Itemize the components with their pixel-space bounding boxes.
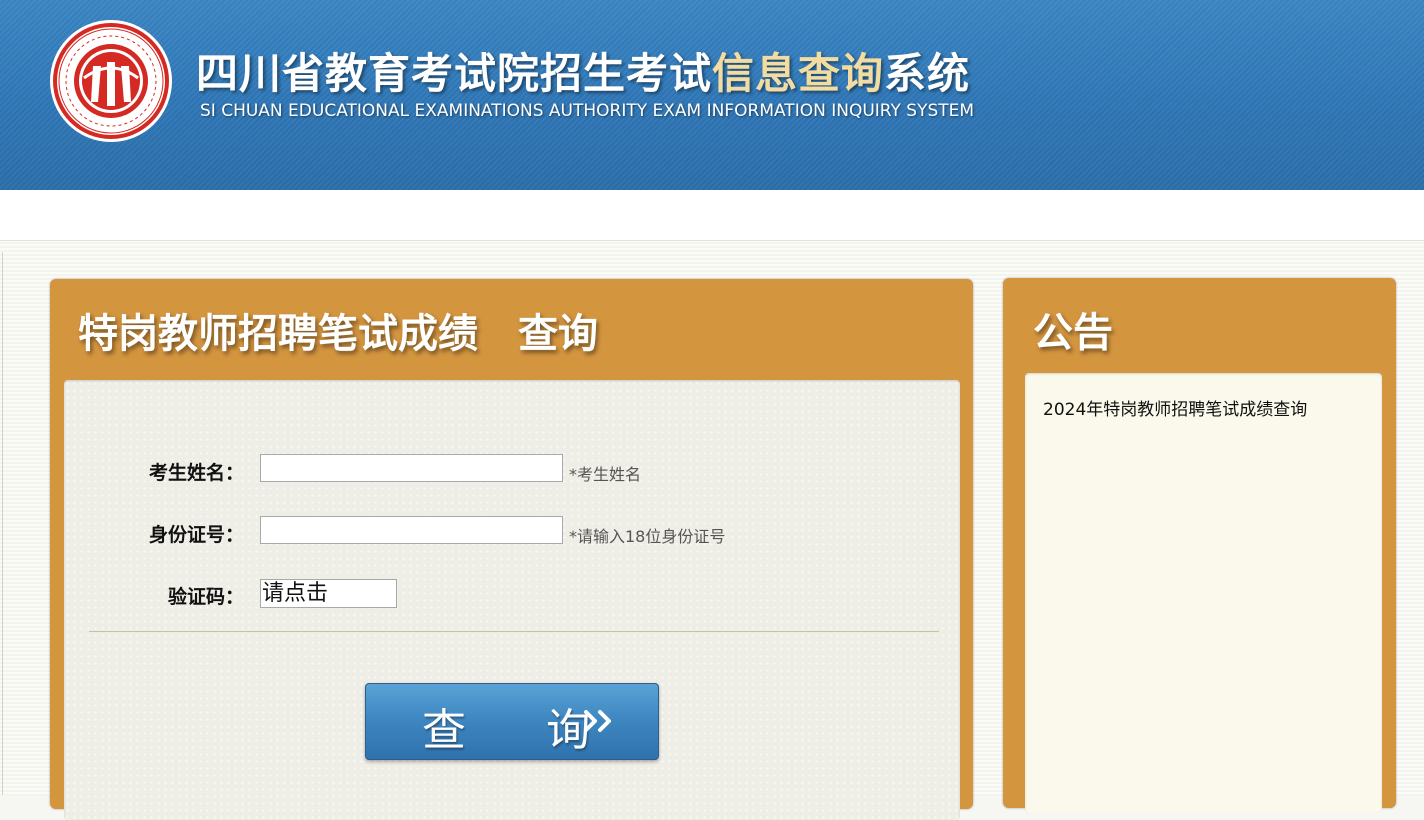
query-panel-title-right: 查询: [518, 311, 598, 357]
captcha-label: 验证码：: [167, 586, 244, 608]
query-panel-title-left: 特岗教师招聘笔试成绩: [78, 311, 478, 357]
query-panel-title: 特岗教师招聘笔试成绩 查询: [78, 301, 598, 359]
site-title-part2: 系统: [884, 49, 971, 98]
name-hint: *考生姓名: [569, 465, 642, 484]
notice-panel-title: 公告: [1033, 310, 1113, 356]
site-title-highlight: 信息查询: [712, 49, 885, 98]
site-title: 四川省教育考试院招生考试信息查询系统: [196, 40, 970, 101]
content-left-border: [2, 252, 3, 795]
header-strip: [0, 190, 1424, 240]
id-label: 身份证号：: [148, 524, 244, 546]
query-button[interactable]: 查 询: [365, 683, 659, 760]
site-header: 四川省教育考试院招生考试信息查询系统 SI CHUAN EDUCATIONAL …: [0, 0, 1424, 190]
form-divider: [89, 631, 939, 632]
double-chevron-right-icon: [584, 710, 611, 732]
exam-authority-logo: [50, 20, 172, 142]
query-panel: 特岗教师招聘笔试成绩 查询 考生姓名： *考生姓名 身份证号： *请输入18位身份…: [50, 279, 973, 820]
notice-list: 2024年特岗教师招聘笔试成绩查询: [1025, 373, 1382, 813]
site-title-part1: 四川省教育考试院招生考试: [196, 49, 713, 98]
query-form: 考生姓名： *考生姓名 身份证号： *请输入18位身份证号 验证码： 请点击 查…: [64, 380, 960, 820]
id-number-input[interactable]: [260, 516, 563, 544]
captcha-trigger[interactable]: 请点击: [260, 579, 397, 608]
name-label: 考生姓名：: [148, 462, 244, 484]
notice-panel: 公告 2024年特岗教师招聘笔试成绩查询: [1003, 278, 1396, 813]
notice-item[interactable]: 2024年特岗教师招聘笔试成绩查询: [1043, 395, 1307, 420]
id-hint: *请输入18位身份证号: [569, 527, 726, 546]
site-subtitle: SI CHUAN EDUCATIONAL EXAMINATIONS AUTHOR…: [200, 101, 975, 121]
name-input[interactable]: [260, 454, 563, 482]
